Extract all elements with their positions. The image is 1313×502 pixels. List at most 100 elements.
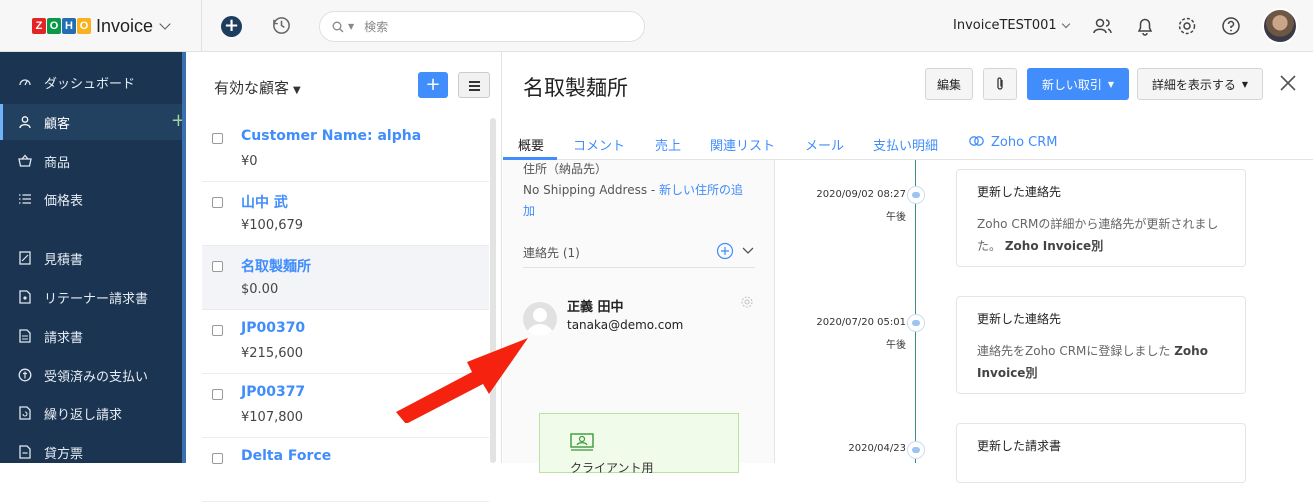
customer-name[interactable]: Delta Force [241, 448, 331, 464]
sidebar-item-customers[interactable]: 顧客 + [0, 104, 186, 140]
sidebar-item-label: 商品 [44, 155, 71, 171]
comment-bubble-icon [907, 314, 925, 332]
timeline-date: 2020/07/20 05:01 [816, 317, 906, 328]
invoice-icon [19, 329, 31, 343]
chevron-down-icon [1061, 19, 1070, 28]
contact-email: tanaka@demo.com [567, 318, 684, 332]
quick-create-plus-icon[interactable]: + [221, 16, 242, 37]
attachment-button[interactable] [983, 68, 1017, 100]
sidebar-item-retainer-invoices[interactable]: リテーナー請求書 [0, 279, 186, 315]
list-view-selector[interactable]: 有効な顧客 ▼ [214, 77, 301, 98]
search-icon [332, 21, 344, 32]
timeline-card-title: 更新した連絡先 [977, 312, 1062, 326]
customer-name[interactable]: 山中 武 [241, 192, 288, 212]
sidebar-item-payments-received[interactable]: 受領済みの支払い [0, 357, 186, 393]
retainer-icon [19, 290, 31, 304]
sidebar-item-invoices[interactable]: 請求書 [0, 318, 186, 354]
row-checkbox[interactable] [212, 389, 223, 400]
history-icon[interactable] [271, 15, 292, 36]
tab-label: Zoho CRM [991, 135, 1058, 150]
list-item[interactable]: Customer Name: alpha ¥0 [202, 118, 489, 182]
customer-name[interactable]: JP00377 [241, 384, 305, 400]
page-title: 名取製麺所 [523, 76, 628, 100]
row-checkbox[interactable] [212, 261, 223, 272]
list-item-selected[interactable]: 名取製麺所 $0.00 [202, 246, 489, 310]
caret-down-icon: ▼ [1107, 79, 1115, 89]
logo-letter: O [77, 18, 91, 34]
list-menu-button[interactable] [458, 72, 490, 98]
more-details-button[interactable]: 詳細を表示する ▼ [1137, 68, 1263, 100]
bell-icon[interactable] [1134, 15, 1156, 37]
sidebar-item-items[interactable]: 商品 [0, 143, 186, 179]
timeline-card-title: 更新した請求書 [977, 439, 1062, 453]
sidebar-item-label: 請求書 [44, 330, 84, 346]
tab-comments[interactable]: コメント [573, 135, 625, 154]
search-placeholder: 検索 [364, 20, 389, 34]
shipping-address-heading: 住所（納品先） [523, 162, 608, 176]
timeline-ampm: 午後 [886, 212, 906, 223]
customer-amount: ¥107,800 [241, 410, 304, 425]
basket-icon [18, 154, 32, 167]
new-transaction-button[interactable]: 新しい取引 ▼ [1027, 68, 1129, 100]
list-title: 有効な顧客 [214, 79, 290, 97]
customer-name[interactable]: JP00370 [241, 320, 305, 336]
sidebar-item-label: 貸方票 [44, 446, 84, 462]
comment-bubble-icon [907, 441, 925, 459]
client-portal-box: クライアント用 [539, 413, 739, 475]
zoho-logo: Z O H O [32, 18, 91, 34]
tab-zoho-crm[interactable]: Zoho CRM [968, 135, 1058, 150]
logo-letter: H [62, 18, 76, 34]
customer-name[interactable]: 名取製麺所 [241, 256, 311, 276]
edit-button[interactable]: 編集 [925, 68, 973, 100]
search-input[interactable]: ▼ 検索 [319, 11, 645, 42]
timeline-card-author: Zoho Invoice別 [1004, 239, 1104, 253]
help-icon[interactable] [1220, 15, 1242, 37]
tab-sales[interactable]: 売上 [655, 135, 681, 154]
add-contact-icon[interactable] [716, 242, 734, 260]
add-address-link-wrap[interactable]: 加 [523, 202, 535, 219]
chevron-down-icon[interactable] [742, 246, 754, 256]
new-transaction-label: 新しい取引 [1041, 77, 1102, 92]
app-switcher[interactable]: Z O H O Invoice [0, 0, 202, 52]
row-checkbox[interactable] [212, 453, 223, 464]
timeline-date: 2020/04/23 [848, 443, 906, 454]
org-name: InvoiceTEST001 [953, 18, 1057, 33]
search-scope-caret-icon[interactable]: ▼ [348, 22, 354, 31]
row-checkbox[interactable] [212, 133, 223, 144]
org-switcher[interactable]: InvoiceTEST001 [953, 18, 1070, 33]
sidebar-item-price-lists[interactable]: 価格表 [0, 181, 186, 217]
users-icon[interactable] [1091, 15, 1113, 37]
timeline-card-body: Zoho CRMの詳細から連絡先が更新されました。 Zoho Invoice別 [977, 213, 1232, 257]
sidebar-item-credit-notes[interactable]: 貸方票 [0, 434, 186, 470]
customer-name[interactable]: Customer Name: alpha [241, 128, 421, 144]
contact-settings-gear-icon[interactable] [740, 295, 754, 309]
chevron-down-icon [159, 17, 171, 30]
sidebar-scrollbar[interactable] [182, 52, 186, 463]
gear-icon[interactable] [1176, 15, 1198, 37]
customer-amount: ¥215,600 [241, 346, 304, 361]
tab-overview[interactable]: 概要 [518, 135, 544, 154]
tab-related-lists[interactable]: 関連リスト [710, 135, 775, 154]
activity-timeline: 2020/09/02 08:27 午後 更新した連絡先 Zoho CRMの詳細か… [776, 160, 1313, 483]
client-portal-text: クライアント用 [570, 461, 654, 475]
user-avatar[interactable] [1262, 8, 1298, 44]
sidebar-item-recurring-invoices[interactable]: 繰り返し請求 [0, 395, 186, 431]
sidebar-item-dashboard[interactable]: ダッシュボード [0, 64, 186, 100]
row-checkbox[interactable] [212, 197, 223, 208]
tab-payment-statement[interactable]: 支払い明細 [873, 135, 938, 154]
logo-letter: O [47, 18, 61, 34]
sidebar-item-estimates[interactable]: 見積書 [0, 240, 186, 276]
dashboard-icon [19, 79, 31, 86]
timeline-card: 更新した連絡先 Zoho CRMの詳細から連絡先が更新されました。 Zoho I… [956, 169, 1246, 267]
timeline-line [915, 160, 916, 463]
close-icon[interactable] [1279, 74, 1297, 92]
new-customer-button[interactable]: + [418, 72, 448, 98]
add-address-link[interactable]: 新しい住所の追 [659, 183, 743, 197]
list-item[interactable]: 山中 武 ¥100,679 [202, 182, 489, 246]
divider [523, 267, 755, 268]
customer-amount: ¥0 [241, 154, 258, 169]
list-item[interactable]: Delta Force [202, 438, 489, 502]
caret-down-icon: ▼ [293, 85, 301, 96]
tab-mail[interactable]: メール [805, 135, 844, 154]
row-checkbox[interactable] [212, 325, 223, 336]
